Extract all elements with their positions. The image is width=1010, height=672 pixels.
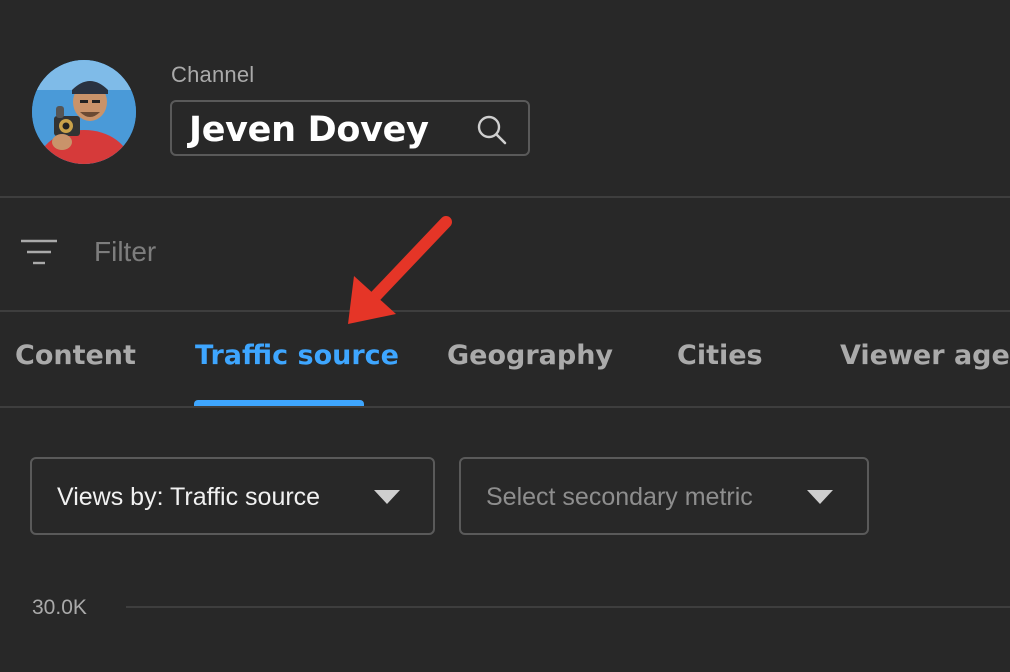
chart-grid-line [126, 606, 1010, 608]
annotation-arrow-icon [348, 216, 452, 324]
tabs-divider [0, 406, 1010, 408]
primary-metric-value: Views by: Traffic source [57, 483, 321, 511]
tab-traffic-source[interactable]: Traffic source [195, 340, 399, 371]
tab-geography[interactable]: Geography [447, 340, 613, 371]
primary-metric-dropdown[interactable]: Views by: Traffic source [30, 457, 435, 535]
channel-name: Jeven Dovey [189, 110, 429, 150]
avatar-image [32, 60, 136, 164]
filter-icon[interactable] [20, 238, 58, 268]
caret-down-icon [374, 490, 400, 504]
channel-avatar[interactable] [32, 60, 136, 164]
filter-divider [0, 310, 1010, 312]
secondary-metric-placeholder: Select secondary metric [486, 483, 753, 511]
header-divider [0, 196, 1010, 198]
channel-selector[interactable]: Jeven Dovey [170, 100, 530, 156]
tab-content[interactable]: Content [15, 340, 136, 371]
analytics-page: Channel Jeven Dovey Filter Content Traff… [0, 0, 1010, 672]
tab-cities[interactable]: Cities [677, 340, 763, 371]
y-axis-tick-label: 30.0K [32, 596, 87, 619]
filter-input[interactable]: Filter [94, 236, 156, 268]
caret-down-icon [807, 490, 833, 504]
secondary-metric-dropdown[interactable]: Select secondary metric [459, 457, 869, 535]
tab-viewer-age[interactable]: Viewer age [840, 340, 1010, 371]
channel-label: Channel [171, 62, 255, 87]
search-icon[interactable] [476, 114, 508, 146]
